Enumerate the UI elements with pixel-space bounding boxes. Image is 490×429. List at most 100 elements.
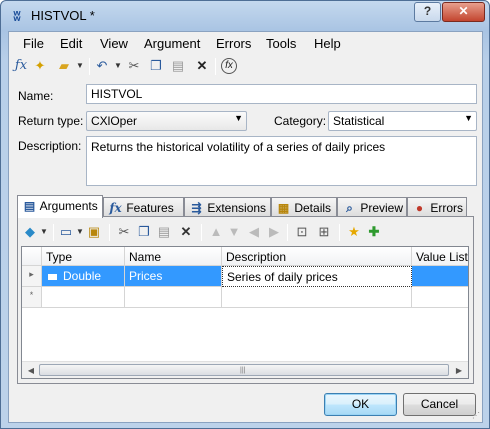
description-field[interactable]: Returns the historical volatility of a s… [86,136,477,186]
arguments-panel: ◆ ▼ ▭ ▼ ▣ ✂ ❐ ▤ ✕ ▲ ▼ ◀ ▶ ⊡ ⊞ ★ ✚ Type N… [17,216,474,384]
scroll-left-icon[interactable]: ◀ [24,364,38,377]
scroll-thumb[interactable]: ||| [39,364,449,376]
features-tab-icon: fx [109,201,122,215]
cell-type-value: Double [63,269,102,283]
resize-grip-icon[interactable]: ⋰ [472,411,480,420]
name-field[interactable]: HISTVOL [86,84,477,104]
menu-errors[interactable]: Errors [216,36,251,51]
tab-errors-label: Errors [430,201,464,215]
client-area: File Edit View Argument Errors Tools Hel… [8,31,483,423]
move-left-icon[interactable]: ◀ [245,223,263,241]
preview-tab-icon: ⌕ [346,201,353,215]
paste-icon[interactable]: ▤ [155,223,173,241]
new-cell-name[interactable] [125,287,222,308]
extensions-tab-icon: ⇶ [191,201,202,215]
tab-strip: ▤ Arguments fx Features ⇶ Extensions ▦ D… [17,195,477,218]
column-header-description[interactable]: Description [222,247,412,266]
cell-description[interactable]: Series of daily prices [222,266,412,287]
cell-type[interactable]: Double [42,266,125,287]
column-header-name[interactable]: Name [125,247,222,266]
scroll-right-icon[interactable]: ▶ [452,364,466,377]
row-header-corner [22,247,42,266]
delete-icon[interactable]: ✕ [193,57,211,75]
tab-preview-label: Preview [360,201,404,215]
name-label: Name: [18,89,54,103]
tab-errors[interactable]: ● Errors [407,197,467,217]
copy-icon[interactable]: ❐ [135,223,153,241]
category-select[interactable]: Statistical ▼ [328,111,477,131]
arguments-tab-icon: ▤ [23,199,36,213]
cancel-button[interactable]: Cancel [403,393,476,416]
tab-extensions-label: Extensions [207,201,267,215]
add-argument-dropdown-icon[interactable]: ▼ [35,223,53,241]
toolbar-separator [109,224,110,241]
toolbar-separator [215,58,216,75]
tab-extensions[interactable]: ⇶ Extensions [184,197,271,217]
cut-icon[interactable]: ✂ [125,57,143,75]
new-wizard-icon[interactable]: ✦ [31,57,49,75]
ok-button[interactable]: OK [324,393,397,416]
return-type-label: Return type: [18,114,84,128]
copy-icon[interactable]: ❐ [147,57,165,75]
grip-icon: ||| [240,367,246,374]
new-row-marker: * [22,287,42,308]
new-cell-description[interactable] [222,287,412,308]
cell-value-list[interactable] [412,266,468,287]
chevron-down-icon: ▼ [464,113,473,123]
category-label: Category: [274,114,327,128]
function-icon[interactable]: fx [221,58,237,74]
open-dropdown-icon[interactable]: ▼ [71,57,89,75]
help-button[interactable]: ? [414,2,441,22]
move-right-icon[interactable]: ▶ [265,223,283,241]
new-cell-type[interactable] [42,287,125,308]
toolbar-separator [287,224,288,241]
description-label: Description: [18,139,82,153]
menu-view[interactable]: View [100,36,128,51]
tab-preview[interactable]: ⌕ Preview [337,197,407,217]
menu-edit[interactable]: Edit [60,36,82,51]
toolbar-separator [53,224,54,241]
properties-icon[interactable]: ▣ [85,223,103,241]
menu-argument[interactable]: Argument [144,36,200,51]
star-icon[interactable]: ★ [345,223,363,241]
tab-features[interactable]: fx Features [103,197,184,217]
chevron-down-icon: ▼ [234,113,243,123]
dialog-window: ʬ HISTVOL * ? ✕ File Edit View Argument … [0,0,490,429]
ungroup-icon[interactable]: ⊞ [315,223,333,241]
type-marker-icon [48,273,57,280]
window-title: HISTVOL * [31,8,95,23]
details-tab-icon: ▦ [277,201,290,215]
move-up-icon[interactable]: ▲ [207,223,225,241]
menu-tools[interactable]: Tools [266,36,296,51]
paste-icon[interactable]: ▤ [169,57,187,75]
add-icon[interactable]: ✚ [365,223,383,241]
column-header-type[interactable]: Type [42,247,125,266]
title-bar[interactable]: ʬ HISTVOL * ? ✕ [1,1,489,31]
column-header-value-list[interactable]: Value List [412,247,468,266]
table-row[interactable]: ▸ Double Prices Series of daily prices [22,266,468,287]
cell-name[interactable]: Prices [125,266,222,287]
tab-details[interactable]: ▦ Details [271,197,337,217]
menu-bar: File Edit View Argument Errors Tools Hel… [9,32,482,54]
menu-help[interactable]: Help [314,36,341,51]
delete-icon[interactable]: ✕ [177,223,195,241]
new-function-icon[interactable]: ƒx [12,57,30,75]
cut-icon[interactable]: ✂ [115,223,133,241]
close-button[interactable]: ✕ [442,2,485,22]
horizontal-scrollbar[interactable]: ◀ ||| ▶ [22,361,468,378]
app-icon: ʬ [13,8,21,24]
menu-file[interactable]: File [23,36,44,51]
return-type-value: CXlOper [91,114,138,128]
tab-arguments-label: Arguments [39,199,98,213]
new-cell-value-list[interactable] [412,287,468,308]
tab-details-label: Details [294,201,332,215]
new-row[interactable]: * [22,287,468,308]
row-selector[interactable]: ▸ [22,266,42,287]
toolbar-separator [89,58,90,75]
group-icon[interactable]: ⊡ [293,223,311,241]
move-down-icon[interactable]: ▼ [225,223,243,241]
tab-arguments[interactable]: ▤ Arguments [17,195,103,218]
toolbar-separator [201,224,202,241]
return-type-select[interactable]: CXlOper ▼ [86,111,247,131]
grid-header: Type Name Description Value List [22,247,468,266]
